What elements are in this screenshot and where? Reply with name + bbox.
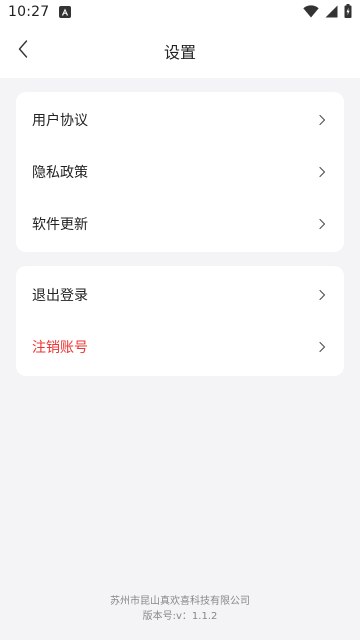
delete-account-row[interactable]: 注销账号 [16,321,344,373]
software-update-label: 软件更新 [32,217,88,233]
status-time: 10:27 [8,4,50,20]
company-name: 苏州市昆山真欢喜科技有限公司 [110,596,250,607]
settings-group-account: 退出登录 注销账号 [16,266,344,376]
back-button[interactable] [8,36,38,66]
back-chevron-icon [18,40,28,62]
status-right [303,3,352,22]
user-agreement-label: 用户协议 [32,113,88,129]
privacy-policy-row[interactable]: 隐私政策 [16,146,344,198]
wifi-icon [303,3,319,22]
logout-label: 退出登录 [32,288,88,304]
chevron-right-icon [318,114,328,126]
version-text: 版本号:v：1.1.2 [142,611,218,622]
status-bar: 10:27 [0,0,360,24]
chevron-right-icon [318,289,328,301]
user-agreement-row[interactable]: 用户协议 [16,94,344,146]
logout-row[interactable]: 退出登录 [16,269,344,321]
page-title: 设置 [163,43,196,62]
delete-account-label: 注销账号 [32,340,88,356]
chevron-right-icon [318,218,328,230]
footer: 苏州市昆山真欢喜科技有限公司 版本号:v：1.1.2 [0,594,360,624]
software-update-row[interactable]: 软件更新 [16,198,344,250]
privacy-policy-label: 隐私政策 [32,165,88,181]
header: 设置 [0,24,360,78]
status-left: 10:27 [8,4,72,20]
signal-icon [325,3,338,22]
chevron-right-icon [318,166,328,178]
notification-a-icon [59,6,72,18]
battery-charging-icon [344,3,352,22]
settings-group-general: 用户协议 隐私政策 软件更新 [16,92,344,252]
chevron-right-icon [318,341,328,353]
